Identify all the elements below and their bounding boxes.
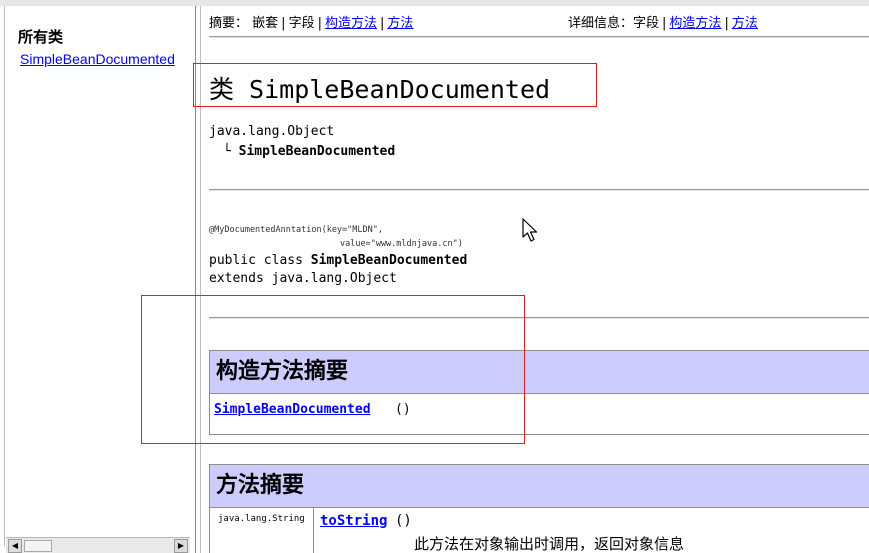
declaration-class-name: SimpleBeanDocumented: [310, 253, 468, 268]
detail-label: 详细信息：: [568, 16, 634, 31]
table-row: java.lang.String toString () 此方法在对象输出时调用…: [210, 508, 869, 553]
all-classes-heading: 所有类: [18, 28, 64, 46]
scroll-right-icon[interactable]: ▶: [174, 539, 188, 553]
hierarchy-child-name: SimpleBeanDocumented: [238, 144, 396, 159]
hierarchy-child: └ SimpleBeanDocumented: [223, 144, 395, 159]
nav-constructor-detail-link[interactable]: 构造方法: [669, 16, 721, 31]
class-link-simplebeandocumented[interactable]: SimpleBeanDocumented: [20, 51, 195, 67]
nav-separator: |: [317, 16, 322, 31]
divider: [209, 189, 869, 191]
summary-nav: 摘要： 嵌套 | 字段 | 构造方法 | 方法: [209, 12, 413, 31]
method-summary-heading: 方法摘要: [210, 465, 869, 508]
method-link[interactable]: toString: [320, 513, 387, 529]
annotation-highlight-box: [141, 295, 525, 444]
nav-separator: |: [724, 16, 729, 31]
return-type: java.lang.String: [218, 514, 305, 524]
hierarchy-parent: java.lang.Object: [209, 124, 335, 139]
method-summary-table: 方法摘要 java.lang.String toString () 此方法在对象…: [209, 464, 869, 553]
scrollbar-thumb[interactable]: [24, 540, 52, 552]
mouse-cursor-icon: [522, 218, 538, 242]
nav-separator: |: [379, 16, 385, 31]
nav-separator: |: [662, 16, 667, 31]
detail-nav: 详细信息：字段 | 构造方法 | 方法: [568, 12, 758, 31]
nav-method-detail-link[interactable]: 方法: [732, 16, 758, 31]
nav-field: 字段: [288, 16, 315, 31]
nav-constructor-summary-link[interactable]: 构造方法: [325, 16, 377, 31]
summary-label: 摘要：: [209, 16, 249, 31]
divider: [209, 36, 869, 38]
declaration-prefix: public class: [209, 253, 311, 268]
tree-connector-icon: └: [223, 144, 231, 159]
nav-separator: |: [281, 16, 286, 31]
horizontal-scrollbar[interactable]: ◀ ▶: [6, 537, 190, 553]
annotation-highlight-box: [193, 63, 597, 107]
method-params: (): [395, 513, 412, 529]
return-type-cell: java.lang.String: [210, 508, 314, 553]
nav-method-summary-link[interactable]: 方法: [387, 16, 413, 31]
annotation-line: value="www.mldnjava.cn"): [340, 239, 463, 249]
scroll-left-icon[interactable]: ◀: [8, 539, 22, 553]
class-declaration: public class SimpleBeanDocumented: [209, 253, 467, 268]
annotation-line: @MyDocumentedAnntation(key="MLDN",: [209, 225, 383, 235]
all-classes-frame: 所有类 SimpleBeanDocumented ◀ ▶: [0, 6, 196, 553]
frame-border: [4, 6, 5, 546]
method-description: 此方法在对象输出时调用，返回对象信息: [414, 535, 685, 553]
nav-nested: 嵌套: [252, 16, 279, 31]
extends-clause: extends java.lang.Object: [209, 271, 397, 286]
nav-detail-field: 字段: [633, 16, 660, 31]
